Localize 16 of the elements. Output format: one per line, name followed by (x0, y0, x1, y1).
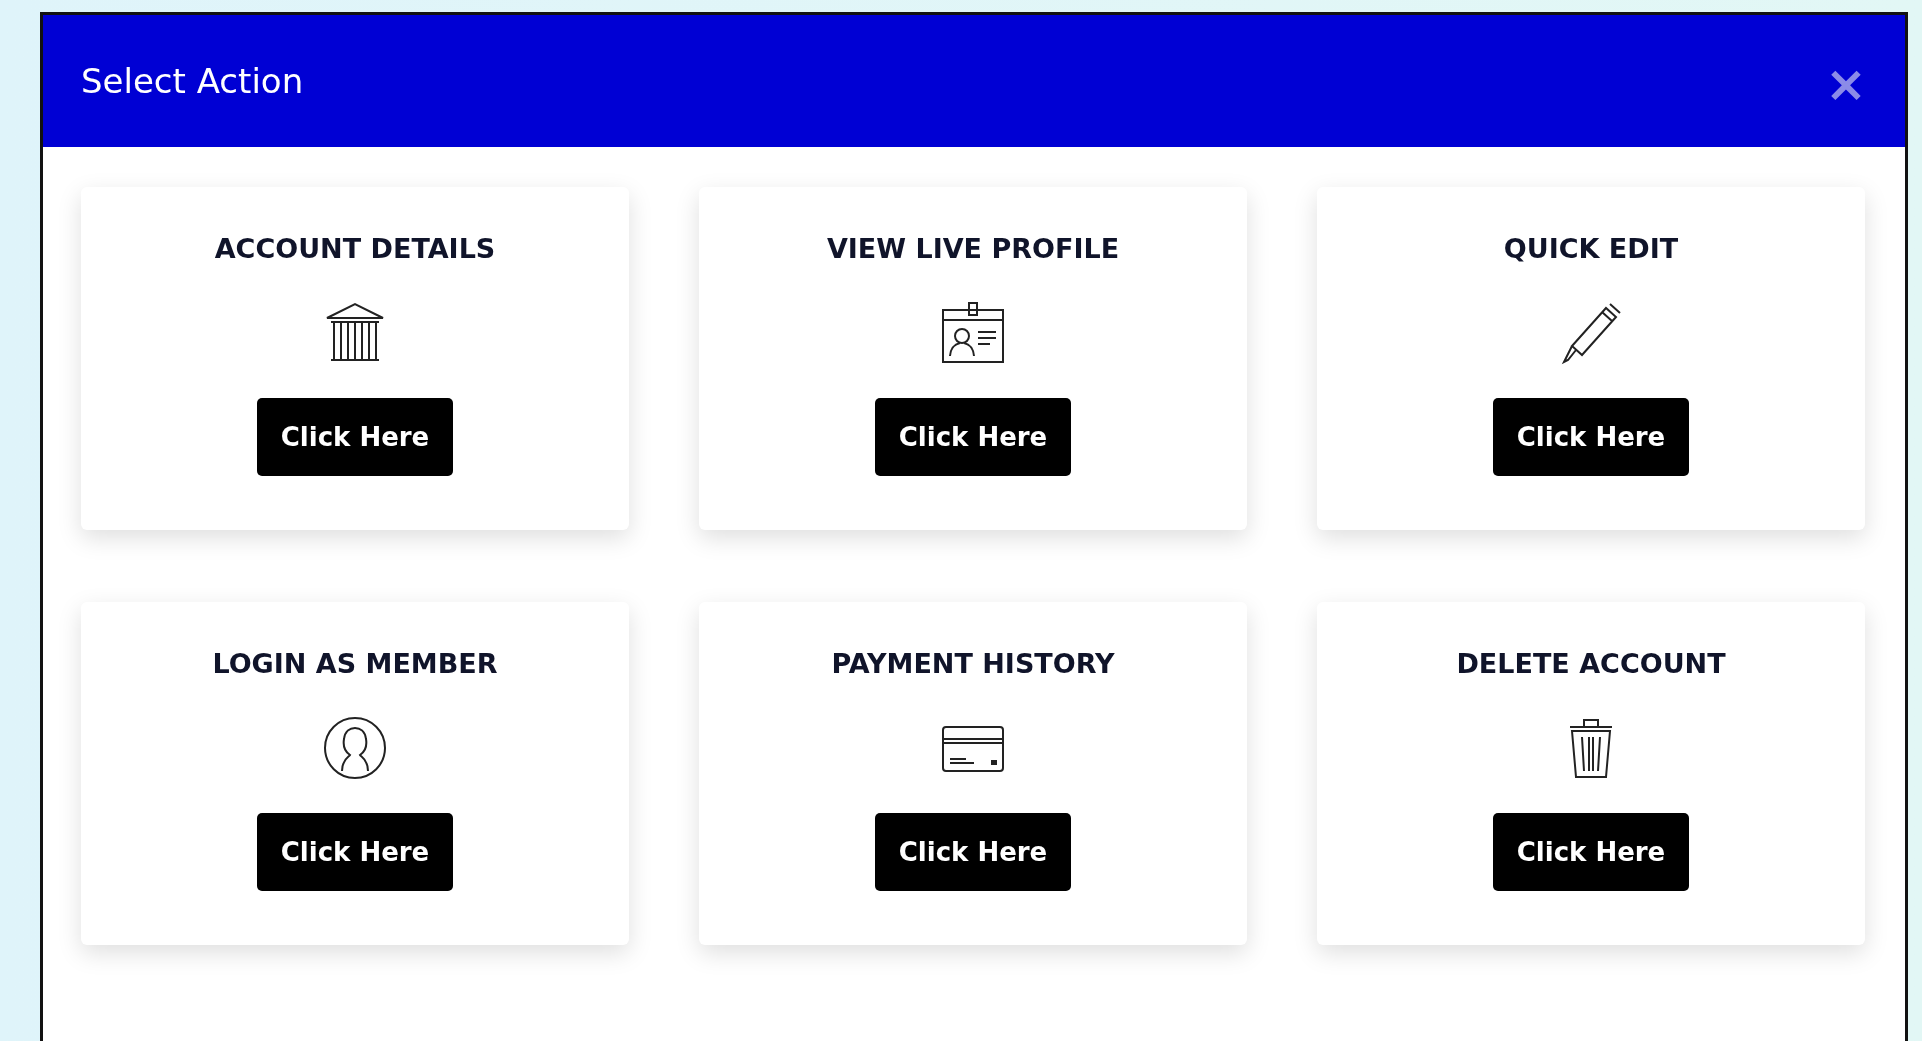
close-button[interactable]: × (1825, 59, 1867, 109)
id-card-icon (940, 300, 1006, 366)
click-here-button[interactable]: Click Here (257, 813, 453, 891)
click-here-button[interactable]: Click Here (875, 813, 1071, 891)
card-title: QUICK EDIT (1503, 233, 1679, 264)
user-icon (322, 715, 388, 781)
click-here-button[interactable]: Click Here (257, 398, 453, 476)
click-here-button[interactable]: Click Here (1493, 813, 1689, 891)
click-here-button[interactable]: Click Here (1493, 398, 1689, 476)
click-here-button[interactable]: Click Here (875, 398, 1071, 476)
card-title: ACCOUNT DETAILS (214, 233, 496, 264)
card-title: DELETE ACCOUNT (1456, 648, 1726, 679)
dialog-title: Select Action (81, 61, 304, 101)
card-title: VIEW LIVE PROFILE (826, 233, 1120, 264)
card-title: PAYMENT HISTORY (831, 648, 1115, 679)
card-title: LOGIN AS MEMBER (212, 648, 498, 679)
